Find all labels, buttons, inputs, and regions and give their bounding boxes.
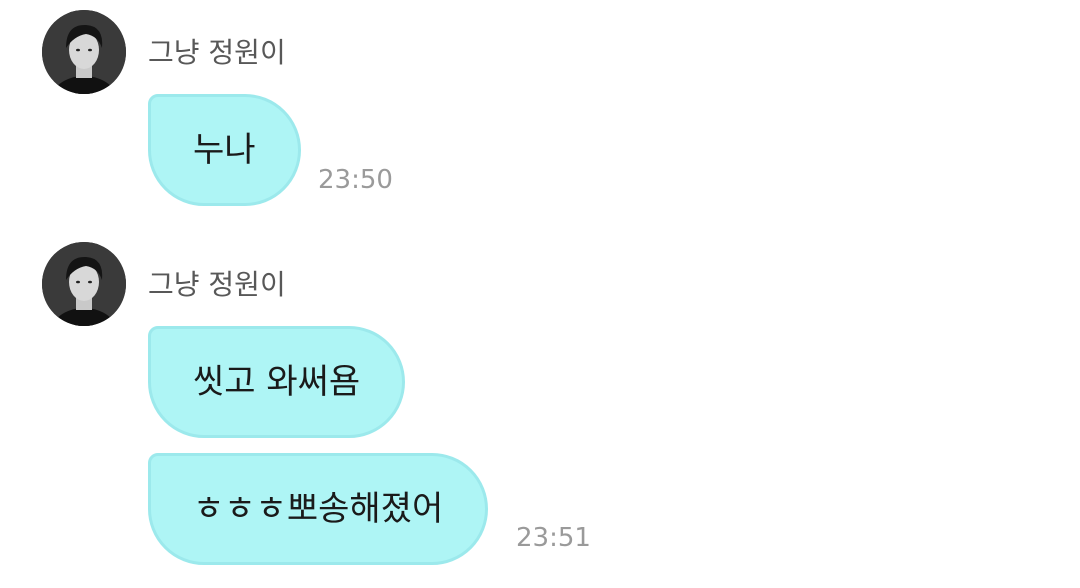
message-bubble[interactable]: ㅎㅎㅎ뽀송해졌어 — [148, 453, 489, 565]
sender-name: 그냥 정원이 — [148, 268, 286, 301]
profile-photo-icon — [42, 242, 126, 326]
message-bubble[interactable]: 씻고 와써욤 — [148, 326, 406, 438]
message-timestamp: 23:50 — [318, 165, 393, 195]
sender-avatar[interactable] — [42, 10, 126, 94]
sender-avatar[interactable] — [42, 242, 126, 326]
message-timestamp: 23:51 — [516, 523, 591, 553]
profile-photo-icon — [42, 10, 126, 94]
message-bubble[interactable]: 누나 — [148, 94, 301, 206]
sender-name: 그냥 정원이 — [148, 36, 286, 69]
